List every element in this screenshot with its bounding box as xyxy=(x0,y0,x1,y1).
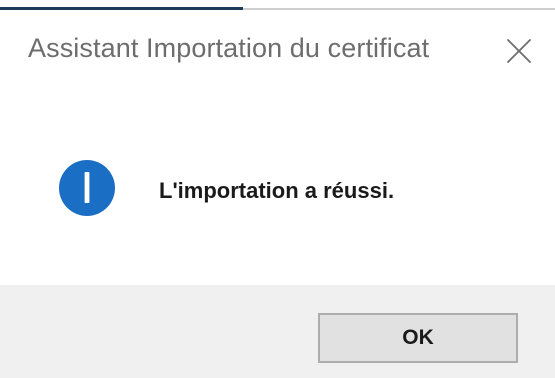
dialog-footer: OK xyxy=(0,285,555,378)
close-icon xyxy=(507,39,531,63)
window-border-line xyxy=(243,8,555,10)
dialog-title: Assistant Importation du certificat xyxy=(28,33,430,63)
close-button[interactable] xyxy=(498,32,538,72)
ok-button[interactable]: OK xyxy=(318,313,518,363)
dialog-window: Assistant Importation du certificat L'im… xyxy=(0,0,555,378)
dialog-content: L'importation a réussi. xyxy=(0,80,555,285)
window-top-border xyxy=(0,0,555,10)
info-icon xyxy=(58,159,116,217)
success-message: L'importation a réussi. xyxy=(159,178,395,203)
window-accent-bar xyxy=(0,7,243,10)
